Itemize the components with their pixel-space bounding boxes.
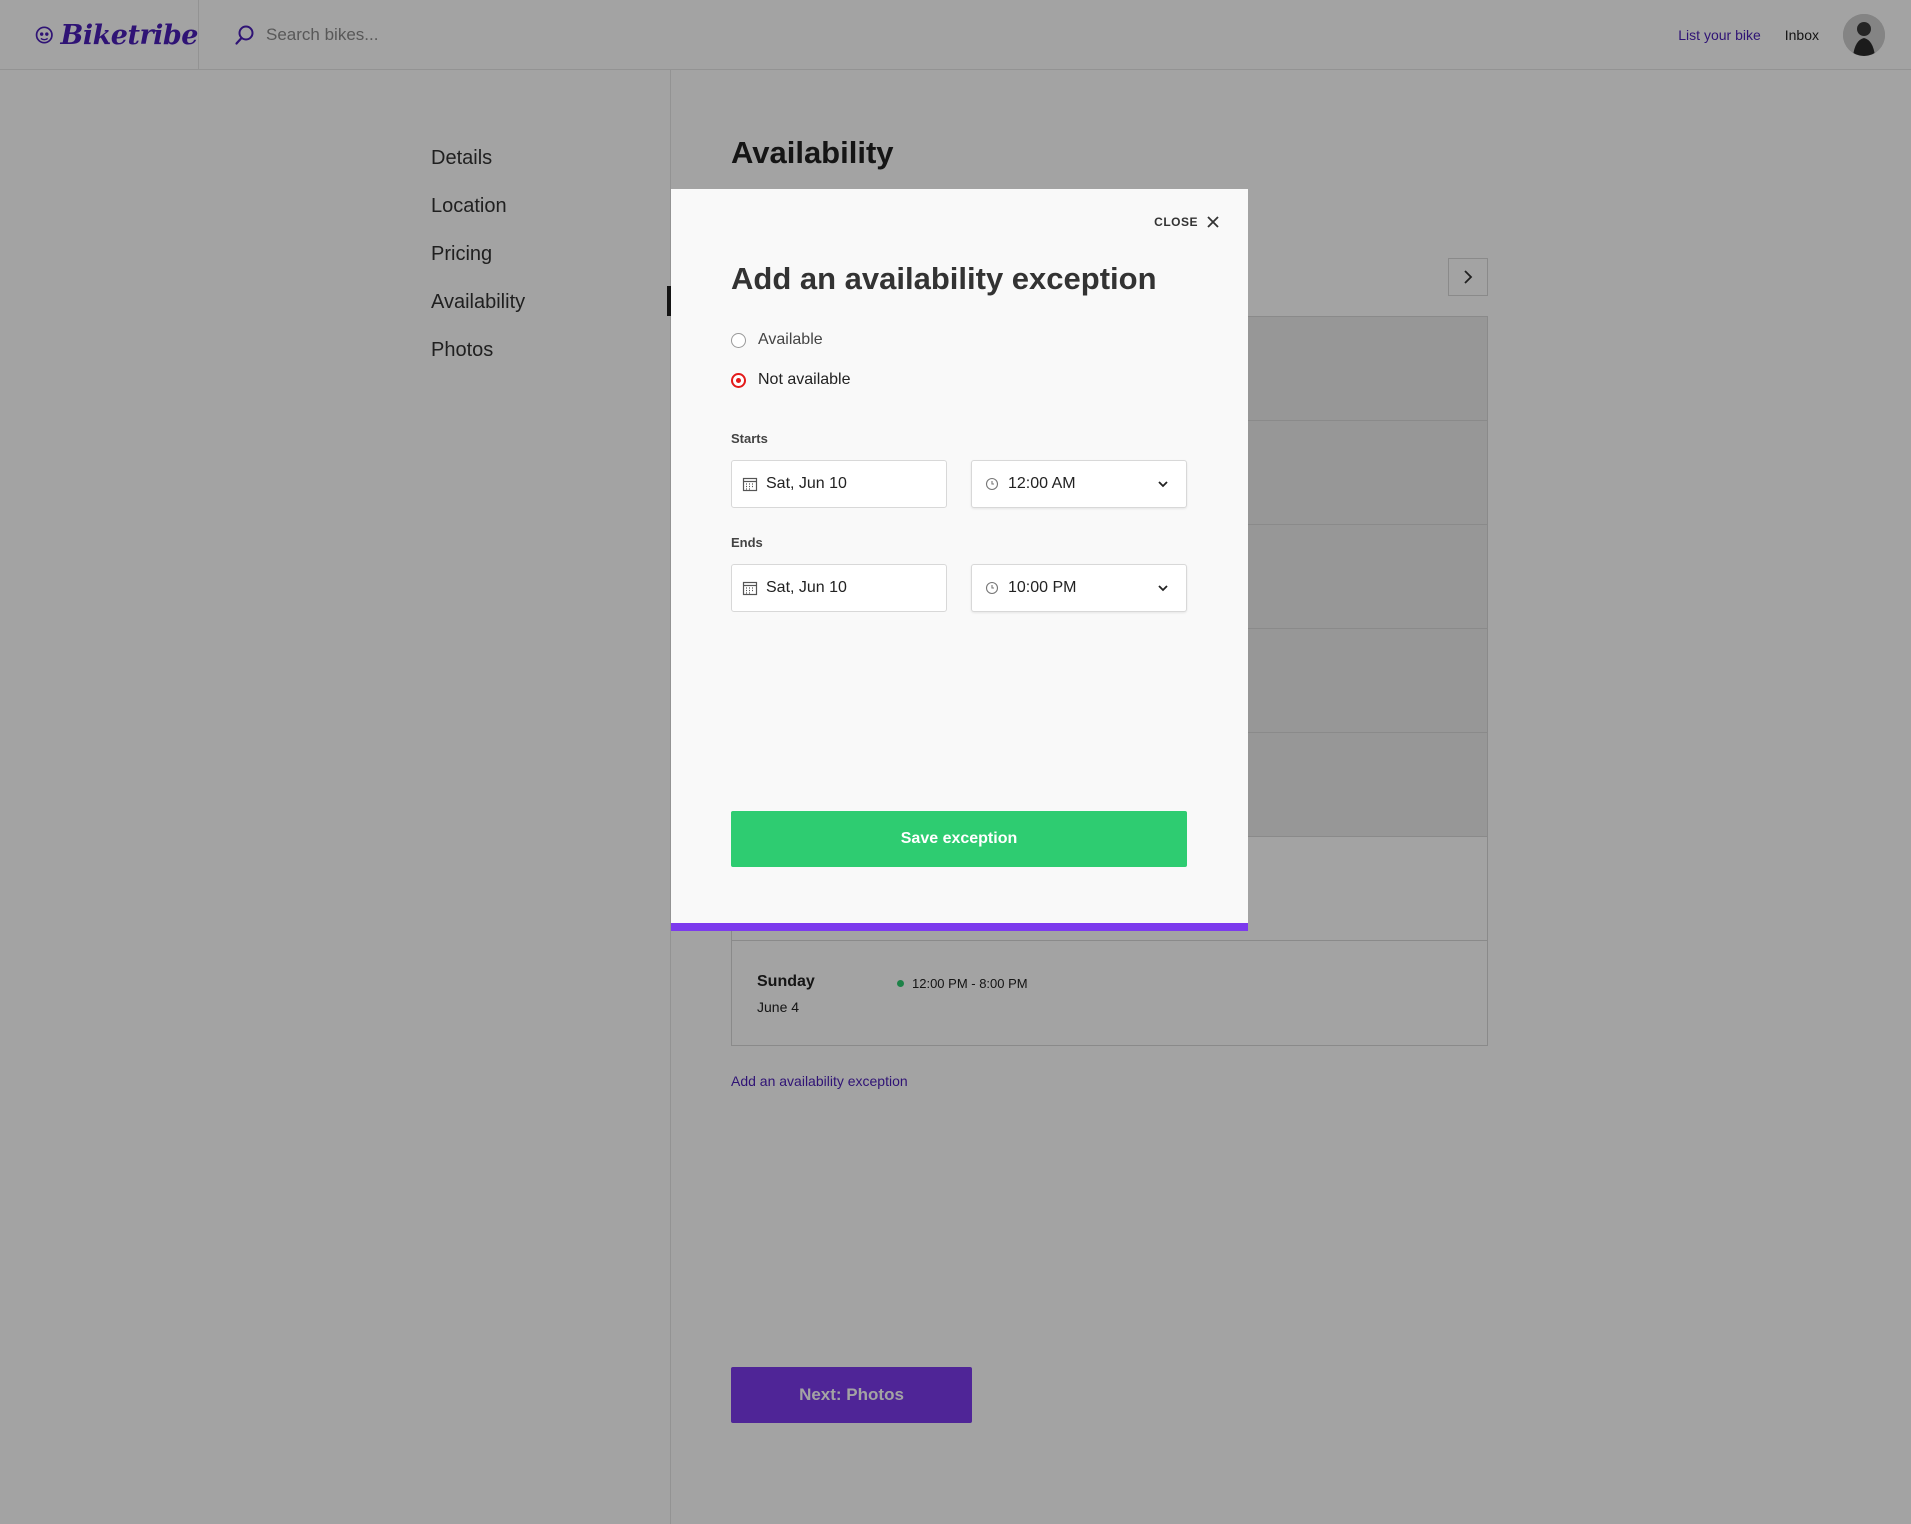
- save-exception-button[interactable]: Save exception: [731, 811, 1187, 867]
- start-time-value: 12:00 AM: [1008, 475, 1076, 492]
- clock-icon: [985, 477, 999, 491]
- end-date-field[interactable]: Sat, Jun 10: [731, 564, 947, 612]
- modal-title: Add an availability exception: [731, 261, 1157, 296]
- calendar-icon: [742, 477, 758, 492]
- radio-not-available[interactable]: Not available: [731, 371, 851, 389]
- close-label: CLOSE: [1154, 215, 1198, 229]
- radio-label: Not available: [758, 371, 851, 388]
- end-time-value: 10:00 PM: [1008, 579, 1077, 596]
- ends-label: Ends: [731, 535, 763, 550]
- start-date-field[interactable]: Sat, Jun 10: [731, 460, 947, 508]
- end-time-select[interactable]: 10:00 PM: [971, 564, 1187, 612]
- radio-button[interactable]: [731, 372, 746, 388]
- start-date-value: Sat, Jun 10: [766, 475, 847, 492]
- radio-available[interactable]: Available: [731, 331, 823, 349]
- close-icon: [1207, 216, 1219, 228]
- starts-label: Starts: [731, 431, 768, 446]
- close-button[interactable]: CLOSE: [1154, 215, 1220, 229]
- start-time-select[interactable]: 12:00 AM: [971, 460, 1187, 508]
- chevron-down-icon: [1158, 481, 1168, 488]
- chevron-down-icon: [1158, 585, 1168, 592]
- clock-icon: [985, 581, 999, 595]
- radio-button[interactable]: [731, 332, 746, 348]
- exception-modal: CLOSE Add an availability exception Avai…: [671, 189, 1248, 931]
- end-date-value: Sat, Jun 10: [766, 579, 847, 596]
- calendar-icon: [742, 581, 758, 596]
- radio-label: Available: [758, 331, 823, 348]
